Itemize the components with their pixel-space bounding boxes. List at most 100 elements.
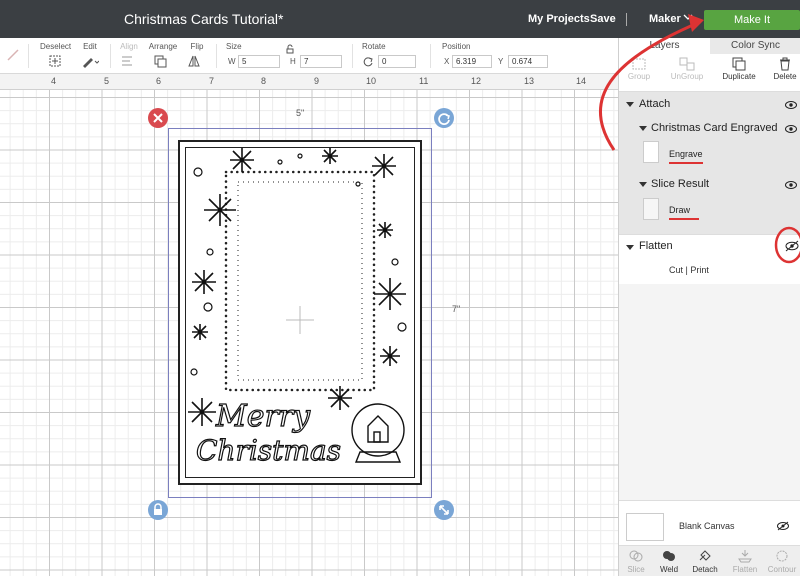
detach-label: Detach <box>692 565 718 574</box>
detach-button[interactable]: Detach <box>691 549 719 574</box>
ungroup-button[interactable]: UnGroup <box>667 57 707 81</box>
duplicate-icon <box>732 57 746 71</box>
group-button[interactable]: Group <box>625 57 653 81</box>
lock-icon[interactable] <box>285 44 295 54</box>
annotation-underline <box>669 218 699 220</box>
tab-layers[interactable]: Layers <box>619 38 710 54</box>
ungroup-label: UnGroup <box>670 72 704 81</box>
weld-icon <box>663 551 675 561</box>
duplicate-label: Duplicate <box>722 72 756 81</box>
slice-label: Slice <box>627 565 645 574</box>
group-label: Group <box>627 72 651 81</box>
eye-icon[interactable] <box>785 125 797 133</box>
project-title: Christmas Cards Tutorial* <box>124 11 284 27</box>
caret-down-icon[interactable] <box>639 124 647 132</box>
arrange-label: Arrange <box>148 42 178 51</box>
delete-label: Delete <box>773 72 797 81</box>
slice-button[interactable]: Slice <box>624 549 648 574</box>
rotate-icon <box>363 57 373 67</box>
center-crosshair-icon <box>286 306 314 334</box>
deselect-button[interactable]: Deselect <box>40 42 72 68</box>
ruler-tick: 13 <box>524 76 535 86</box>
deselect-icon <box>49 55 61 67</box>
contour-icon <box>776 550 788 562</box>
flip-button[interactable]: Flip <box>186 42 208 68</box>
duplicate-button[interactable]: Duplicate <box>719 57 759 81</box>
pen-tool-icon[interactable] <box>6 48 20 62</box>
ruler-tick: 14 <box>576 76 587 86</box>
delete-button[interactable]: Delete <box>771 57 799 81</box>
save-button[interactable]: Save <box>590 13 616 25</box>
engrave-layer-thumbnail[interactable] <box>643 141 659 163</box>
size-w-prefix: W <box>228 57 236 66</box>
flatten-group-label[interactable]: Flatten <box>639 240 673 252</box>
toolbar-separator <box>352 44 353 68</box>
ruler-tick: 11 <box>419 76 429 86</box>
annotation-underline <box>669 162 703 164</box>
my-projects-link[interactable]: My Projects <box>528 13 590 25</box>
layer-group-slice-result[interactable]: Slice Result <box>651 178 709 190</box>
size-h-prefix: H <box>290 57 296 66</box>
eye-hidden-icon[interactable] <box>777 521 789 531</box>
flatten-icon <box>738 550 752 563</box>
panel-tabs: Layers Color Sync <box>619 38 800 54</box>
rotate-input[interactable]: 0 <box>378 55 416 68</box>
width-dimension-label: 5" <box>296 108 305 118</box>
rotate-group: Rotate <box>362 42 392 52</box>
caret-down-icon[interactable] <box>626 243 634 251</box>
ruler-tick: 9 <box>314 76 320 86</box>
make-it-button[interactable]: Make It <box>704 10 800 30</box>
blank-canvas-label: Blank Canvas <box>679 521 735 531</box>
trash-icon <box>780 57 790 71</box>
height-input[interactable]: 7 <box>300 55 342 68</box>
arrange-icon <box>154 55 167 68</box>
blank-canvas-swatch[interactable] <box>626 513 664 541</box>
caret-down-icon[interactable] <box>626 100 634 108</box>
contour-label: Contour <box>767 565 797 574</box>
position-y-input[interactable]: 0.674 <box>508 55 548 68</box>
rotate-handle[interactable] <box>434 108 454 128</box>
engrave-layer-label[interactable]: Engrave <box>669 149 703 159</box>
detach-icon <box>699 550 711 561</box>
align-button[interactable]: Align <box>118 42 140 68</box>
chevron-down-icon[interactable] <box>682 11 694 23</box>
attach-group-label[interactable]: Attach <box>639 98 670 110</box>
ruler-tick: 7 <box>209 76 215 86</box>
close-icon <box>153 113 163 123</box>
lock-handle[interactable] <box>148 500 168 520</box>
resize-handle[interactable] <box>434 500 454 520</box>
align-label: Align <box>120 42 138 51</box>
deselect-label: Deselect <box>40 42 72 51</box>
draw-layer-thumbnail[interactable] <box>643 198 659 220</box>
delete-handle[interactable] <box>148 108 168 128</box>
eye-hidden-icon[interactable] <box>782 238 800 254</box>
tab-color-sync[interactable]: Color Sync <box>710 38 800 54</box>
arrange-button[interactable]: Arrange <box>148 42 178 68</box>
size-group: Size <box>226 42 246 52</box>
edit-button[interactable]: Edit <box>78 42 102 68</box>
position-label: Position <box>442 42 471 51</box>
weld-button[interactable]: Weld <box>657 549 681 574</box>
top-bar: Christmas Cards Tutorial* My Projects Sa… <box>0 0 800 38</box>
flip-label: Flip <box>190 42 204 51</box>
machine-select[interactable]: Maker <box>649 13 681 25</box>
edit-label: Edit <box>83 42 97 51</box>
svg-text:Christmas: Christmas <box>196 434 341 467</box>
design-canvas[interactable]: 5" 7" Merry Christmas <box>0 90 618 576</box>
flatten-button[interactable]: Flatten <box>731 549 759 574</box>
ruler-tick: 10 <box>366 76 377 86</box>
eye-icon[interactable] <box>785 181 797 189</box>
bottom-tools: Slice Weld Detach Flatten Contour <box>619 545 800 576</box>
layers-panel: Layers Color Sync Group UnGroup Duplicat… <box>618 38 800 576</box>
position-x-input[interactable]: 6.319 <box>452 55 492 68</box>
contour-button[interactable]: Contour <box>765 549 799 574</box>
header-divider <box>626 13 627 26</box>
edit-pencil-icon <box>83 58 99 68</box>
rotate-label: Rotate <box>362 42 386 51</box>
caret-down-icon[interactable] <box>639 180 647 188</box>
layer-group-engraved[interactable]: Christmas Card Engraved ... <box>651 122 779 134</box>
draw-layer-label[interactable]: Draw <box>669 205 690 215</box>
ruler-tick: 5 <box>104 76 110 86</box>
width-input[interactable]: 5 <box>238 55 280 68</box>
eye-icon[interactable] <box>785 101 797 109</box>
